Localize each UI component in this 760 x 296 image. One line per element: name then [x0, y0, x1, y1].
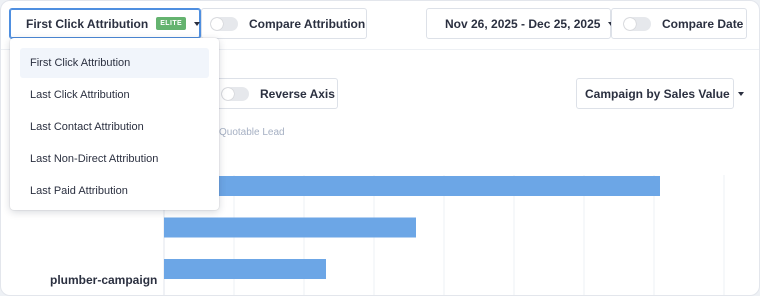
menu-item-last-click[interactable]: Last Click Attribution	[20, 80, 209, 110]
toggle-switch[interactable]	[221, 86, 249, 101]
chevron-down-icon	[737, 91, 744, 96]
menu-item-last-non-direct[interactable]: Last Non-Direct Attribution	[20, 144, 209, 174]
attribution-dropdown-menu: First Click Attribution Last Click Attri…	[10, 38, 219, 210]
y-tick-label: plumber-campaign	[50, 273, 158, 287]
chart-bar[interactable]	[164, 217, 416, 238]
menu-item-first-click[interactable]: First Click Attribution	[20, 48, 209, 78]
reverse-axis-toggle[interactable]: Reverse Axis	[209, 78, 338, 109]
view-select[interactable]: Campaign by Sales Value	[576, 78, 744, 109]
report-card: First Click Attribution ELITE Compare At…	[0, 0, 760, 296]
menu-item-last-paid[interactable]: Last Paid Attribution	[20, 176, 209, 206]
chart-bar[interactable]	[164, 176, 660, 196]
reverse-axis-label: Reverse Axis	[260, 86, 335, 101]
legend-item[interactable]: Quotable Lead	[219, 127, 285, 138]
chart-bar[interactable]	[164, 259, 326, 279]
menu-item-last-contact[interactable]: Last Contact Attribution	[20, 112, 209, 142]
view-select-label: Campaign by Sales Value	[585, 86, 730, 101]
